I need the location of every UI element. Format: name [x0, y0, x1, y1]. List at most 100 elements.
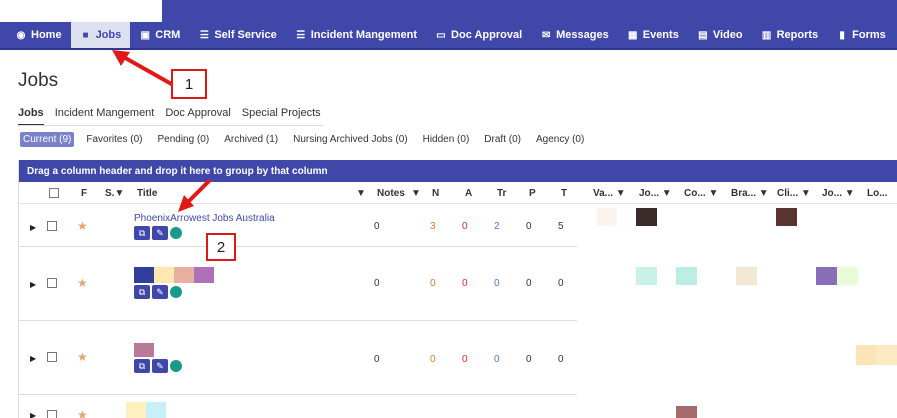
funnel-icon[interactable]: ▼: [411, 182, 421, 204]
funnel-icon[interactable]: ▼: [801, 188, 811, 199]
home-icon: ◉: [16, 29, 26, 41]
tr-count: 2: [494, 221, 500, 232]
row-checkbox[interactable]: [47, 278, 57, 291]
list-icon: ☰: [296, 29, 306, 41]
crm-icon: ▣: [140, 29, 150, 41]
funnel-icon[interactable]: ▼: [662, 188, 672, 199]
p-count: 0: [526, 278, 532, 289]
tr-count: 0: [494, 354, 500, 365]
expand-row-icon[interactable]: ▶: [30, 354, 36, 363]
job-title-link[interactable]: PhoenixArrowest Jobs Australia: [134, 213, 275, 224]
copy-icon[interactable]: ⧉: [134, 285, 150, 299]
edit-icon[interactable]: ✎: [152, 285, 168, 299]
expand-row-icon[interactable]: ▶: [30, 411, 36, 418]
status-filters: Current (9) Favorites (0) Pending (0) Ar…: [20, 132, 587, 147]
edit-icon[interactable]: ✎: [152, 226, 168, 240]
group-by-bar[interactable]: Drag a column header and drop it here to…: [19, 160, 897, 182]
file-icon: ▮: [839, 29, 845, 41]
row-checkbox[interactable]: [47, 221, 57, 234]
nav-label: Events: [642, 29, 679, 41]
col-status[interactable]: S. ▼: [105, 182, 124, 204]
nav-events[interactable]: ▦ Events: [618, 22, 688, 48]
color-swatch: [676, 406, 697, 418]
favorite-star-icon[interactable]: ★: [77, 408, 88, 418]
table-row[interactable]: ▶ ★: [19, 395, 897, 418]
t-count: 5: [558, 221, 564, 232]
copy-icon[interactable]: ⧉: [134, 359, 150, 373]
col-a[interactable]: A: [465, 182, 472, 204]
select-all-checkbox[interactable]: [49, 182, 59, 204]
color-swatch: [876, 345, 897, 365]
funnel-icon[interactable]: ▼: [616, 188, 626, 199]
funnel-icon[interactable]: ▼: [759, 188, 769, 199]
subtab-divider: [18, 125, 323, 126]
callout-2: 2: [206, 233, 236, 261]
tab-special-projects[interactable]: Special Projects: [242, 107, 321, 126]
calendar-icon: ▦: [628, 29, 638, 41]
nav-forms[interactable]: ▮ Forms: [827, 22, 895, 48]
filter-nursing-archived[interactable]: Nursing Archived Jobs (0): [290, 132, 411, 147]
notes-count: 0: [374, 221, 380, 232]
col-tr[interactable]: Tr: [497, 182, 506, 204]
edit-icon[interactable]: ✎: [152, 359, 168, 373]
table-row[interactable]: ▶ ★ PhoenixArrowest Jobs Australia ⧉ ✎ 0 …: [19, 204, 897, 247]
tab-jobs[interactable]: Jobs: [18, 107, 44, 126]
col-n[interactable]: N: [432, 182, 439, 204]
table-row[interactable]: ▶ ★ ⧉ ✎ 0 0 0 0 0 0: [19, 247, 897, 321]
nav-home[interactable]: ◉ Home: [6, 22, 71, 48]
col-title[interactable]: Title: [137, 182, 157, 204]
t-count: 0: [558, 354, 564, 365]
nav-messages[interactable]: ✉ Messages: [531, 22, 618, 48]
table-row[interactable]: ▶ ★ ⧉ ✎ 0 0 0 0 0 0: [19, 321, 897, 395]
nav-jobs[interactable]: ■ Jobs: [70, 22, 131, 48]
col-favorite[interactable]: F: [81, 182, 87, 204]
col-bra[interactable]: Bra... ▼: [731, 182, 769, 204]
row-checkbox[interactable]: [47, 410, 57, 418]
expand-row-icon[interactable]: ▶: [30, 280, 36, 289]
tab-incident-management[interactable]: Incident Mangement: [55, 107, 155, 126]
nav-label: Reports: [776, 29, 819, 41]
col-notes[interactable]: Notes: [377, 182, 405, 204]
funnel-icon[interactable]: ▼: [845, 188, 855, 199]
nav-self-service[interactable]: ☰ Self Service: [189, 22, 285, 48]
copy-icon[interactable]: ⧉: [134, 226, 150, 240]
arrow-line-1: [119, 53, 176, 88]
filter-agency[interactable]: Agency (0): [533, 132, 587, 147]
n-count: 0: [430, 354, 436, 365]
col-t[interactable]: T: [561, 182, 567, 204]
filter-archived[interactable]: Archived (1): [221, 132, 281, 147]
col-va[interactable]: Va... ▼: [593, 182, 626, 204]
nav-video[interactable]: ▤ Video: [688, 22, 752, 48]
filter-favorites[interactable]: Favorites (0): [83, 132, 145, 147]
funnel-icon[interactable]: ▼: [708, 188, 718, 199]
funnel-icon[interactable]: ▼: [356, 182, 366, 204]
filter-hidden[interactable]: Hidden (0): [420, 132, 473, 147]
notes-count: 0: [374, 354, 380, 365]
favorite-star-icon[interactable]: ★: [77, 350, 88, 364]
filter-pending[interactable]: Pending (0): [154, 132, 212, 147]
funnel-icon[interactable]: ▼: [114, 188, 124, 199]
col-jo-1[interactable]: Jo... ▼: [639, 182, 672, 204]
favorite-star-icon[interactable]: ★: [77, 276, 88, 290]
folder-icon: ■: [82, 29, 89, 41]
nav-incident-management[interactable]: ☰ Incident Mangement: [286, 22, 426, 48]
col-jo-2[interactable]: Jo... ▼: [822, 182, 855, 204]
col-co[interactable]: Co... ▼: [684, 182, 718, 204]
col-p[interactable]: P: [529, 182, 536, 204]
nav-crm[interactable]: ▣ CRM: [130, 22, 189, 48]
col-va-label: Va...: [593, 187, 614, 199]
nav-reports[interactable]: ▥ Reports: [752, 22, 828, 48]
row-checkbox[interactable]: [47, 352, 57, 365]
filter-draft[interactable]: Draft (0): [481, 132, 524, 147]
color-swatch: [816, 267, 837, 285]
nav-doc-approval[interactable]: ▭ Doc Approval: [426, 22, 531, 48]
tab-doc-approval[interactable]: Doc Approval: [165, 107, 230, 126]
filter-current[interactable]: Current (9): [20, 132, 75, 147]
col-cli[interactable]: Cli... ▼: [777, 182, 811, 204]
col-lo[interactable]: Lo...: [867, 182, 888, 204]
favorite-star-icon[interactable]: ★: [77, 219, 88, 233]
color-swatch: [134, 267, 154, 283]
expand-row-icon[interactable]: ▶: [30, 223, 36, 232]
status-dot: [170, 226, 182, 239]
p-count: 0: [526, 354, 532, 365]
